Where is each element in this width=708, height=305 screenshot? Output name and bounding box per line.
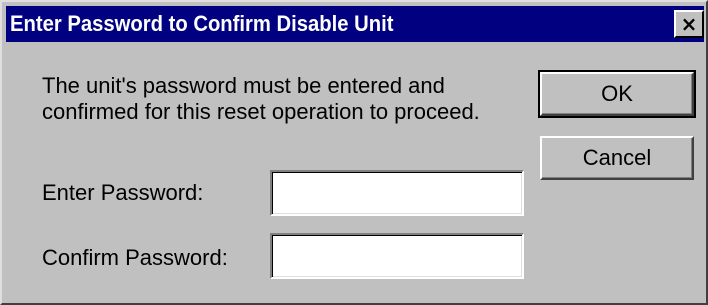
cancel-button[interactable]: Cancel: [540, 136, 694, 180]
confirm-password-field[interactable]: [270, 233, 524, 279]
close-icon: ×: [680, 12, 698, 36]
enter-password-label: Enter Password:: [42, 180, 204, 205]
instruction-message: The unit's password must be entered and …: [42, 73, 480, 125]
close-button[interactable]: ×: [674, 10, 704, 38]
confirm-password-label: Confirm Password:: [42, 245, 228, 270]
password-dialog: Enter Password to Confirm Disable Unit ×…: [0, 0, 708, 305]
title-bar[interactable]: Enter Password to Confirm Disable Unit ×: [6, 6, 704, 42]
message-line-1: The unit's password must be entered and: [42, 73, 445, 98]
ok-button[interactable]: OK: [538, 70, 696, 118]
message-line-2: confirmed for this reset operation to pr…: [42, 99, 480, 124]
dialog-title: Enter Password to Confirm Disable Unit: [10, 11, 394, 36]
enter-password-field[interactable]: [270, 170, 524, 216]
